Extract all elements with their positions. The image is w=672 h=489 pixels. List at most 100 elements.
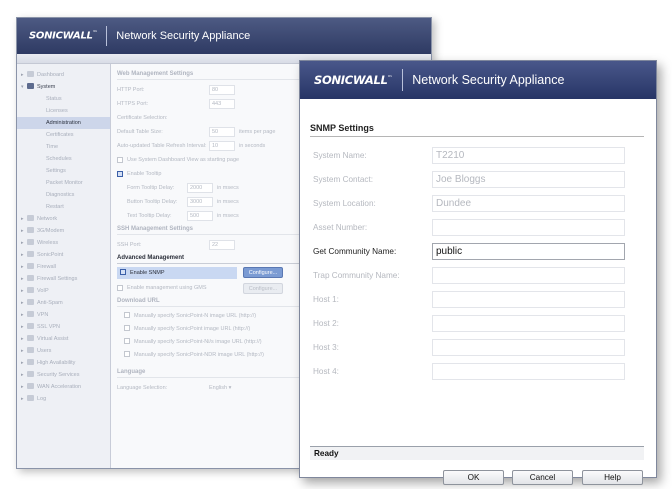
sidebar-item-label: Diagnostics (46, 192, 75, 198)
sidebar-item-label: System (37, 84, 56, 90)
enable-snmp-row[interactable]: Enable SNMP (117, 267, 237, 279)
enable-snmp-checkbox[interactable] (120, 269, 126, 275)
sidebar-item[interactable]: Schedules (17, 153, 110, 165)
sidebar-item[interactable]: Administration (17, 117, 110, 129)
admin-title: Network Security Appliance (116, 30, 251, 42)
form-tooltip-input[interactable]: 2000 (187, 183, 213, 193)
table-size-input[interactable]: 50 (209, 127, 235, 137)
cancel-button[interactable]: Cancel (512, 470, 573, 485)
sidebar-item[interactable]: Packet Monitor (17, 177, 110, 189)
sidebar-item-label: Schedules (46, 156, 72, 162)
snmp-field-input[interactable]: public (432, 243, 625, 260)
https-port-input[interactable]: 443 (209, 99, 235, 109)
sidebar-item[interactable]: ▸ Virtual Assist (17, 333, 110, 345)
sidebar-item[interactable]: ▸ SonicPoint (17, 249, 110, 261)
language-select[interactable]: English ▾ (209, 385, 231, 391)
sidebar-item[interactable]: Status (17, 93, 110, 105)
sidebar-item[interactable]: ▾ System (17, 81, 110, 93)
download-url-checkbox[interactable] (124, 338, 130, 344)
sidebar-item-label: Administration (46, 120, 81, 126)
ok-button[interactable]: OK (443, 470, 504, 485)
sidebar-item-label: Users (37, 348, 52, 354)
sidebar-item[interactable]: Settings (17, 165, 110, 177)
snmp-field-label: Trap Community Name: (313, 271, 400, 280)
sidebar-item-label: Firewall (37, 264, 56, 270)
gms-configure-button[interactable]: Configure... (243, 283, 283, 294)
dialog-title: Network Security Appliance (412, 73, 565, 87)
snmp-field-row: Get Community Name: public (313, 243, 633, 260)
snmp-field-row: System Name: T2210 (313, 147, 633, 164)
nav-icon (27, 71, 34, 77)
sidebar-item-label: Packet Monitor (46, 180, 83, 186)
download-url-checkbox[interactable] (124, 312, 130, 318)
sidebar-item-label: High Availability (37, 360, 76, 366)
nav-icon (27, 251, 34, 257)
help-button[interactable]: Help (582, 470, 643, 485)
nav-icon (27, 395, 34, 401)
sidebar-item[interactable]: Licenses (17, 105, 110, 117)
nav-icon (27, 359, 34, 365)
sidebar-item[interactable]: ▸ Wireless (17, 237, 110, 249)
sidebar-item[interactable]: ▸ Firewall (17, 261, 110, 273)
screen: SONICWALL™ Network Security Appliance ▸ D… (0, 0, 672, 489)
sidebar-item-label: Virtual Assist (37, 336, 69, 342)
sidebar-item[interactable]: Time (17, 141, 110, 153)
snmp-field-label: Asset Number: (313, 223, 368, 232)
snmp-field-row: System Location: Dundee (313, 195, 633, 212)
nav-icon (27, 323, 34, 329)
snmp-field-label: System Location: (313, 199, 376, 208)
snmp-field-label: Host 1: (313, 295, 339, 304)
snmp-field-row: Host 2: (313, 315, 633, 332)
text-tooltip-input[interactable]: 500 (187, 211, 213, 221)
snmp-settings-heading: SNMP Settings (310, 123, 644, 137)
sidebar-item[interactable]: ▸ Log (17, 393, 110, 405)
sidebar-item-label: Settings (46, 168, 66, 174)
sidebar-item-label: Firewall Settings (37, 276, 78, 282)
sidebar-item[interactable]: ▸ SSL VPN (17, 321, 110, 333)
sidebar-item[interactable]: ▸ High Availability (17, 357, 110, 369)
snmp-field-input (432, 291, 625, 308)
sidebar-item[interactable]: ▸ VPN (17, 309, 110, 321)
nav-icon (27, 263, 34, 269)
dialog-header: SONICWALL™ Network Security Appliance (300, 61, 656, 99)
snmp-field-row: Host 1: (313, 291, 633, 308)
sidebar-item[interactable]: ▸ Security Services (17, 369, 110, 381)
sidebar-item[interactable]: ▸ Network (17, 213, 110, 225)
enable-tooltip-checkbox[interactable] (117, 171, 123, 177)
download-url-checkbox[interactable] (124, 351, 130, 357)
header-divider (402, 69, 404, 91)
snmp-field-row: Host 4: (313, 363, 633, 380)
http-port-input[interactable]: 80 (209, 85, 235, 95)
sidebar-item[interactable]: ▸ VoIP (17, 285, 110, 297)
sidebar-item[interactable]: ▸ WAN Acceleration (17, 381, 110, 393)
gms-checkbox[interactable] (117, 285, 123, 291)
sidebar-item-label: Status (46, 96, 62, 102)
nav-icon (27, 83, 34, 89)
dashboard-checkbox[interactable] (117, 157, 123, 163)
sidebar-item[interactable]: ▸ Users (17, 345, 110, 357)
ssh-port-input[interactable]: 22 (209, 240, 235, 250)
download-url-checkbox[interactable] (124, 325, 130, 331)
snmp-configure-button[interactable]: Configure... (243, 267, 283, 278)
sidebar-item[interactable]: Certificates (17, 129, 110, 141)
sidebar-item[interactable]: ▸ Firewall Settings (17, 273, 110, 285)
sidebar-item-label: 3G/Modem (37, 228, 65, 234)
nav-icon (27, 335, 34, 341)
snmp-field-input: T2210 (432, 147, 625, 164)
sidebar-item[interactable]: ▸ Anti-Spam (17, 297, 110, 309)
sidebar-item[interactable]: Diagnostics (17, 189, 110, 201)
sidebar-item[interactable]: ▸ 3G/Modem (17, 225, 110, 237)
sidebar-item-label: Licenses (46, 108, 68, 114)
button-tooltip-input[interactable]: 3000 (187, 197, 213, 207)
nav-icon (27, 311, 34, 317)
snmp-dialog: SONICWALL™ Network Security Appliance SN… (299, 60, 657, 485)
sidebar-item[interactable]: ▸ Dashboard (17, 69, 110, 81)
refresh-input[interactable]: 10 (209, 141, 235, 151)
sidebar-item[interactable]: Restart (17, 201, 110, 213)
sidebar-item-label: Time (46, 144, 59, 150)
gms-label: Enable management using GMS (127, 285, 207, 291)
snmp-field-row: Asset Number: (313, 219, 633, 236)
nav-icon (27, 215, 34, 221)
sidebar-item-label: VPN (37, 312, 49, 318)
sidebar-item-label: Restart (46, 204, 64, 210)
